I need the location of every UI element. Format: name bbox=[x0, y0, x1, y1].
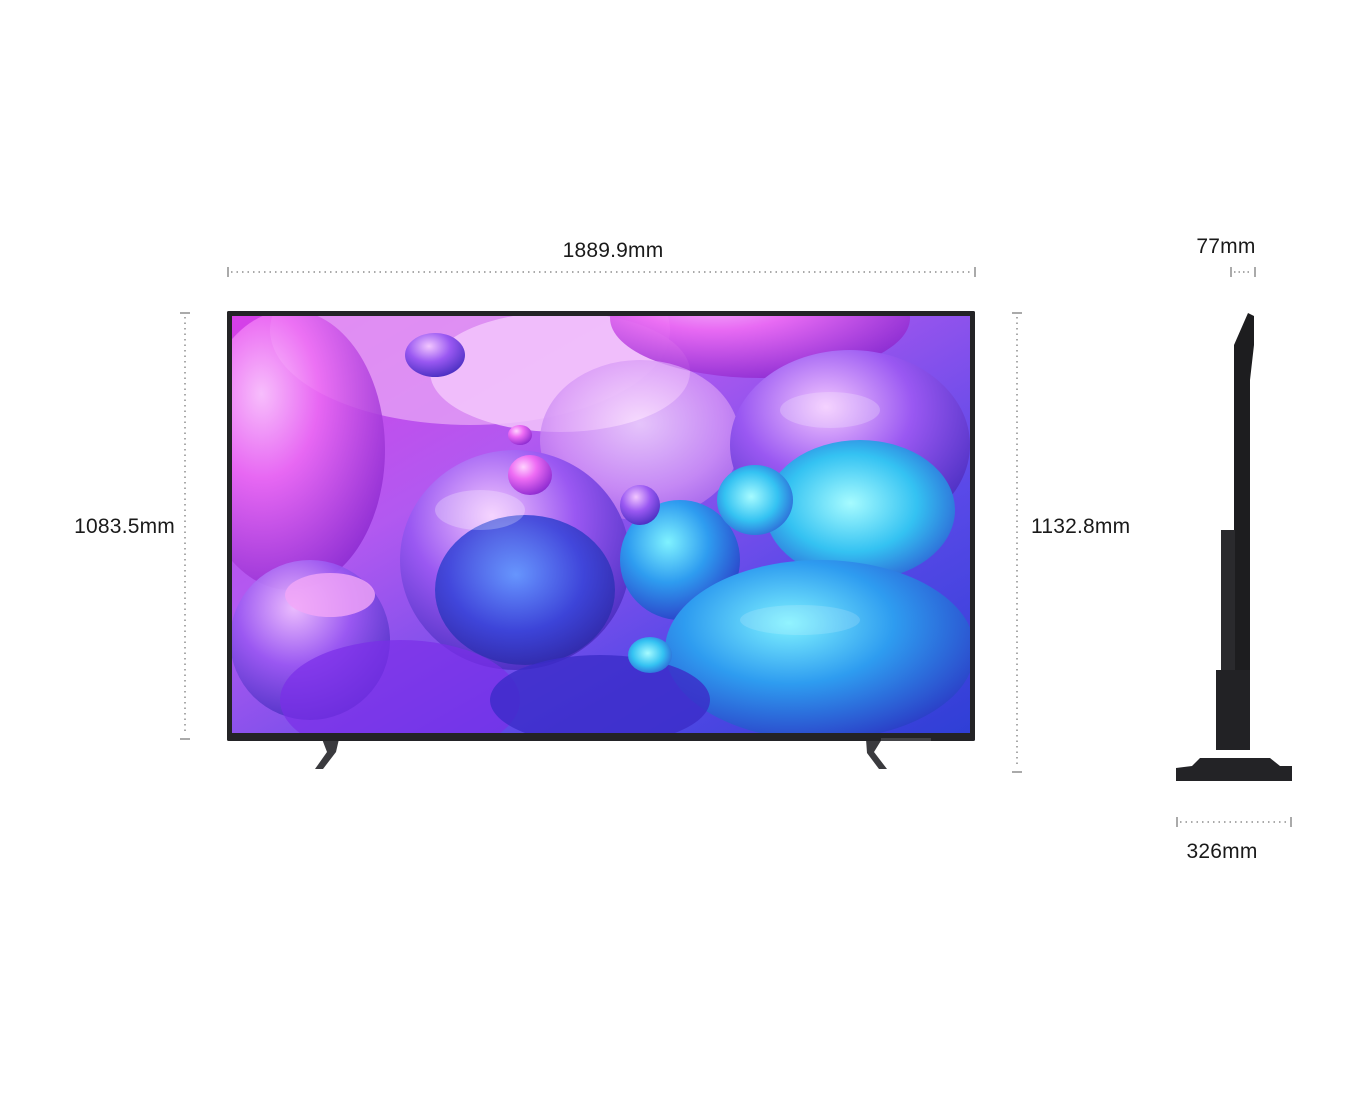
diagram-canvas bbox=[180, 267, 1292, 827]
width-label: 1889.9mm bbox=[562, 239, 664, 262]
tv-side-view bbox=[1176, 313, 1292, 781]
depth-label: 77mm bbox=[1196, 235, 1256, 258]
tv-stand-right bbox=[866, 739, 887, 769]
height-without-stand-label: 1083.5mm bbox=[74, 515, 175, 538]
tv-front-view bbox=[227, 311, 975, 769]
tv-dimension-diagram: 1889.9mm 1083.5mm 1132.8mm 77mm 326mm bbox=[0, 0, 1368, 1095]
height-with-stand-label: 1132.8mm bbox=[1031, 515, 1131, 538]
tv-stand-left bbox=[315, 739, 339, 769]
tv-side-stand-base bbox=[1176, 758, 1292, 781]
stand-depth-label: 326mm bbox=[1186, 840, 1258, 863]
